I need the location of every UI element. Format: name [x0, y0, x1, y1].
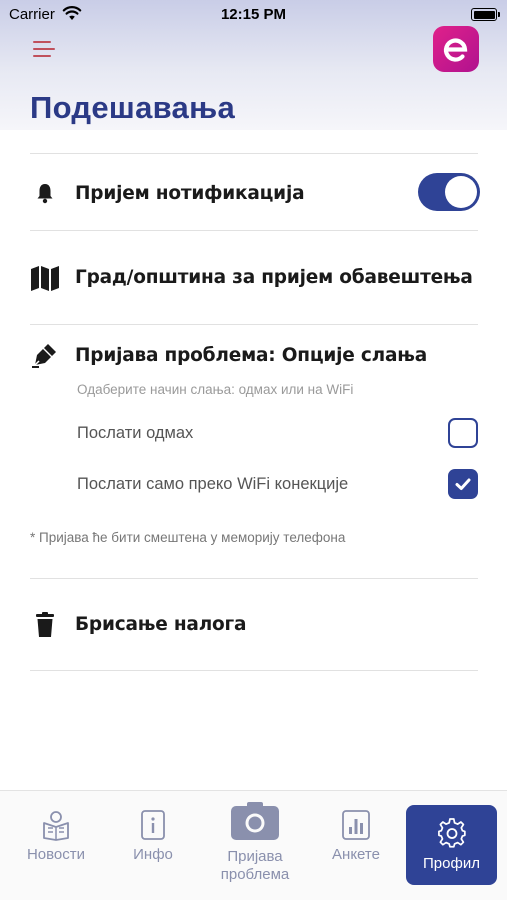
- tab-report-problem-label-line1: Пријава: [227, 848, 283, 865]
- bell-icon: [37, 184, 53, 204]
- battery-icon: [471, 8, 500, 21]
- tab-polls-label: Анкете: [332, 846, 380, 863]
- bottom-tab-bar: Новости Инфо Пријава проблема Анкете Про…: [0, 790, 507, 900]
- status-bar: Carrier 12:15 PM: [0, 0, 507, 30]
- tab-report-problem-label-line2: проблема: [220, 866, 290, 883]
- option-wifi-only-label: Послати само преко WiFi конекције: [77, 475, 349, 493]
- tab-profile-label: Профил: [423, 855, 480, 872]
- report-options-subtitle: Одаберите начин слања: одмах или на WiFi: [77, 382, 354, 397]
- option-send-now-label: Послати одмах: [77, 424, 194, 442]
- e-logo-icon[interactable]: [433, 26, 479, 72]
- page-title: Подешавања: [30, 90, 236, 125]
- gear-icon: [437, 818, 466, 848]
- hamburger-menu-icon[interactable]: [33, 38, 57, 60]
- divider: [30, 578, 478, 579]
- tab-news-label: Новости: [26, 846, 86, 863]
- clock: 12:15 PM: [220, 6, 287, 23]
- tab-news[interactable]: Новости: [18, 805, 94, 887]
- send-now-checkbox[interactable]: [448, 418, 478, 448]
- tab-report-problem[interactable]: Пријава проблема: [208, 802, 302, 887]
- delete-account-label: Брисање налога: [75, 614, 247, 635]
- tab-profile[interactable]: Профил: [406, 805, 497, 885]
- tab-polls[interactable]: Анкете: [320, 805, 392, 887]
- city-label: Град/општина за пријем обавештења: [75, 267, 473, 288]
- notifications-toggle[interactable]: [418, 173, 480, 211]
- tab-info-label: Инфо: [133, 846, 173, 863]
- notifications-label: Пријем нотификација: [75, 183, 305, 204]
- divider: [30, 153, 478, 154]
- pen-icon: [32, 344, 56, 368]
- trash-icon: [36, 612, 54, 637]
- check-icon: [455, 478, 471, 490]
- map-icon: [31, 266, 59, 291]
- wifi-only-checkbox[interactable]: [448, 469, 478, 499]
- tab-info[interactable]: Инфо: [118, 805, 188, 887]
- divider: [30, 670, 478, 671]
- report-options-label: Пријава проблема: Опције слања: [75, 345, 428, 366]
- info-book-icon: [141, 810, 165, 840]
- camera-icon: [231, 802, 279, 840]
- news-reader-icon: [43, 811, 69, 841]
- poll-chart-icon: [342, 810, 370, 840]
- divider: [30, 230, 478, 231]
- report-note: * Пријава ће бити смештена у меморију те…: [30, 530, 346, 545]
- divider: [30, 324, 478, 325]
